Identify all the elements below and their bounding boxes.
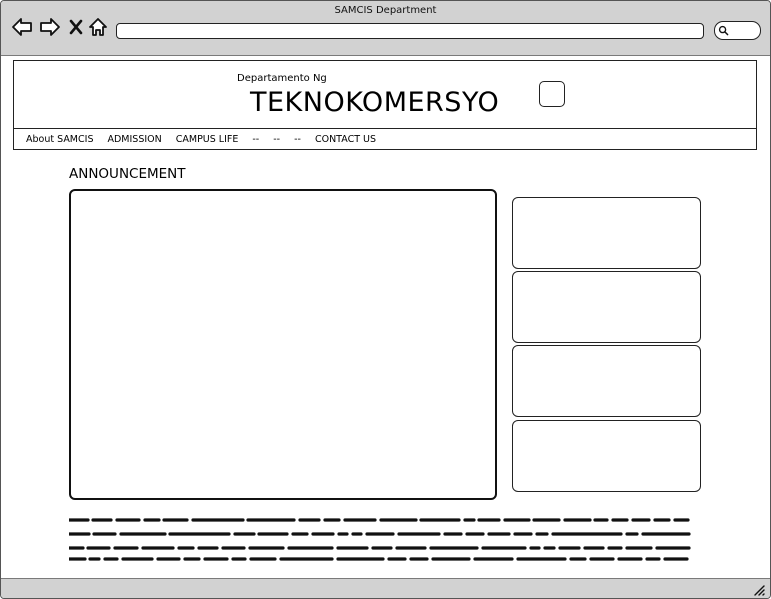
forward-button[interactable] — [39, 16, 61, 38]
stop-button[interactable] — [65, 16, 87, 38]
side-card[interactable] — [512, 345, 701, 417]
status-bar — [1, 578, 770, 598]
menu-item-placeholder[interactable]: -- — [273, 134, 280, 148]
menu-item-campus-life[interactable]: CAMPUS LIFE — [176, 134, 239, 148]
window-title: SAMCIS Department — [334, 5, 437, 16]
back-button[interactable] — [11, 16, 33, 38]
main-menu: About SAMCIS ADMISSION CAMPUS LIFE -- --… — [26, 134, 390, 148]
side-card[interactable] — [512, 197, 701, 269]
side-card[interactable] — [512, 271, 701, 343]
menu-item-contact[interactable]: CONTACT US — [315, 134, 376, 148]
menu-item-admission[interactable]: ADMISSION — [107, 134, 161, 148]
menu-item-placeholder[interactable]: -- — [252, 134, 259, 148]
section-title: ANNOUNCEMENT — [69, 166, 186, 182]
resize-grip-icon[interactable] — [753, 584, 765, 596]
header-subtitle: Departamento Ng — [237, 73, 327, 84]
address-bar[interactable] — [116, 23, 704, 39]
browser-toolbar: SAMCIS Department — [1, 1, 770, 56]
search-icon — [718, 25, 729, 36]
arrow-left-icon — [12, 18, 32, 36]
menu-item-placeholder[interactable]: -- — [294, 134, 301, 148]
search-box[interactable] — [714, 21, 761, 40]
arrow-right-icon — [40, 18, 60, 36]
placeholder-text-block — [69, 518, 691, 561]
logo-placeholder[interactable] — [539, 81, 565, 107]
menu-item-about[interactable]: About SAMCIS — [26, 134, 93, 148]
home-icon — [89, 18, 107, 36]
site-title: TEKNOKOMERSYO — [250, 87, 500, 118]
close-icon — [69, 19, 83, 35]
menu-divider — [13, 128, 757, 129]
browser-window: SAMCIS Department Departamento Ng TEKNOK… — [0, 0, 771, 599]
home-button[interactable] — [87, 16, 109, 38]
announcement-panel — [69, 189, 497, 500]
side-card[interactable] — [512, 420, 701, 492]
